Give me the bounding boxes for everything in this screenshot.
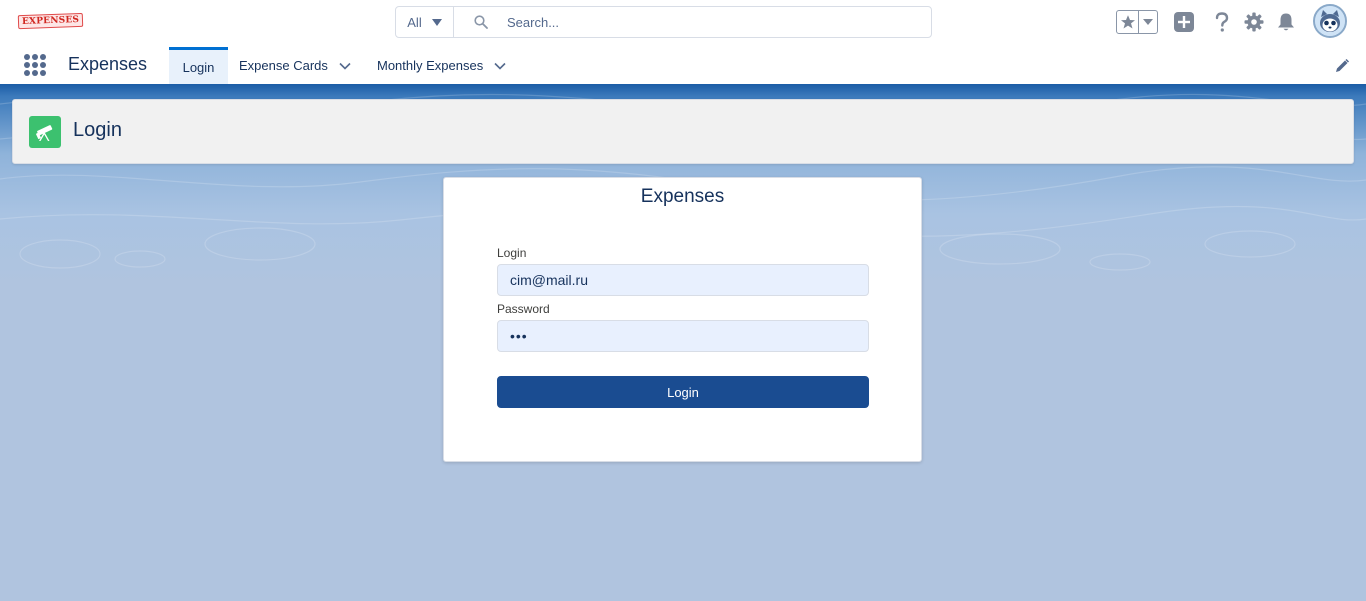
login-input[interactable] [497, 264, 869, 296]
chevron-down-icon[interactable] [493, 59, 507, 73]
question-icon [1215, 12, 1229, 32]
login-card-title: Expenses [640, 186, 725, 207]
tab-monthly-expenses[interactable]: Monthly Expenses [377, 47, 507, 84]
login-label: Login [497, 246, 527, 260]
nav-bar: Expenses Login Expense Cards Monthly Exp… [0, 44, 1366, 84]
notifications-button[interactable] [1274, 10, 1298, 34]
tab-monthly-expenses-label: Monthly Expenses [377, 58, 484, 73]
app-launcher-icon[interactable] [24, 54, 46, 76]
caret-down-icon [1143, 19, 1153, 25]
gear-icon [1244, 12, 1264, 32]
plus-icon [1174, 12, 1194, 32]
user-avatar[interactable] [1313, 4, 1347, 38]
search-scope-dropdown[interactable]: All [396, 7, 454, 37]
page-header-icon [29, 116, 61, 148]
search-field [454, 7, 931, 37]
edit-nav-pencil-icon[interactable] [1334, 58, 1350, 74]
caret-down-icon [431, 18, 442, 26]
favorite-star-button[interactable] [1117, 11, 1139, 33]
tab-expense-cards[interactable]: Expense Cards [239, 47, 352, 84]
tab-login[interactable]: Login [169, 47, 228, 84]
astro-avatar-icon [1315, 6, 1345, 36]
global-search: All [395, 6, 932, 38]
setup-button[interactable] [1242, 10, 1266, 34]
page-title: Login [73, 119, 122, 141]
search-icon [474, 15, 488, 29]
global-header: EXPENSES All [0, 0, 1366, 44]
search-scope-label: All [407, 14, 422, 30]
login-button[interactable]: Login [497, 376, 869, 408]
star-icon [1120, 15, 1135, 29]
expenses-logo[interactable]: EXPENSES [17, 12, 84, 30]
tab-expense-cards-label: Expense Cards [239, 58, 328, 73]
favorites-menu-button[interactable] [1139, 11, 1157, 33]
password-input[interactable] [497, 320, 869, 352]
login-card: Expenses Login Password Login [443, 177, 922, 462]
favorites-control [1116, 10, 1158, 34]
page-header: Login [12, 99, 1354, 164]
password-label: Password [497, 302, 550, 316]
search-input[interactable] [507, 14, 887, 30]
global-actions-button[interactable] [1172, 10, 1196, 34]
bell-icon [1278, 13, 1294, 31]
chevron-down-icon[interactable] [338, 59, 352, 73]
telescope-icon [36, 125, 53, 141]
app-name: Expenses [68, 54, 148, 74]
help-button[interactable] [1210, 10, 1234, 34]
tab-login-label: Login [182, 59, 215, 75]
